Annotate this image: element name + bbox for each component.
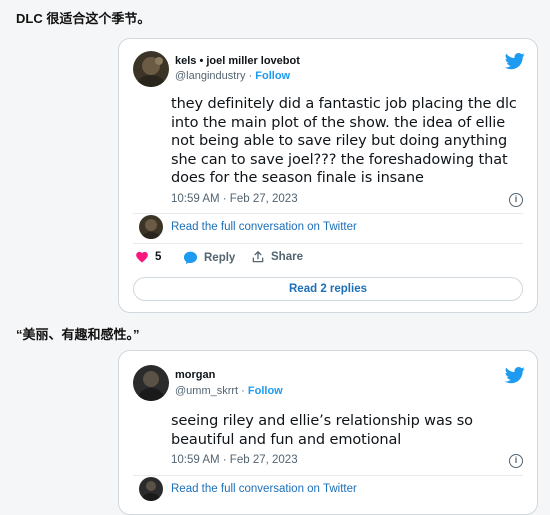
tweet-actions: 5 Reply Share [133, 250, 433, 270]
twitter-bird-icon[interactable] [505, 365, 525, 385]
author-handle-row: @langindustry · Follow [175, 70, 290, 82]
section-heading-1: DLC 很适合这个季节。 [16, 11, 151, 26]
follow-button[interactable]: Follow [248, 385, 283, 397]
avatar[interactable] [133, 365, 169, 401]
handle-separator: · [245, 70, 256, 82]
reply-label: Reply [204, 251, 236, 264]
speech-bubble-icon [183, 251, 198, 265]
share-upload-icon [252, 251, 264, 263]
divider [133, 475, 523, 476]
reply-button[interactable]: Reply [183, 250, 235, 265]
info-icon[interactable]: i [509, 193, 523, 207]
tweet-text: they definitely did a fantastic job plac… [171, 96, 517, 186]
share-label: Share [271, 251, 303, 263]
share-button[interactable]: Share [251, 250, 303, 264]
section-heading-2: “美丽、有趣和感性。” [16, 327, 140, 342]
read-conversation-link[interactable]: Read the full conversation on Twitter [171, 221, 357, 233]
author-handle[interactable]: @langindustry [175, 70, 245, 82]
author-handle[interactable]: @umm_skrrt [175, 385, 238, 397]
tweet-card-2: morgan @umm_skrrt · Follow seeing riley … [118, 350, 538, 515]
tweet-timestamp[interactable]: 10:59 AM · Feb 27, 2023 [171, 454, 298, 466]
tweet-timestamp[interactable]: 10:59 AM · Feb 27, 2023 [171, 193, 298, 205]
divider [133, 213, 523, 214]
author-name[interactable]: kels • joel miller lovebot [175, 55, 300, 67]
info-icon[interactable]: i [509, 454, 523, 468]
heart-icon [136, 251, 148, 263]
twitter-bird-icon[interactable] [505, 51, 525, 71]
mini-avatar [139, 477, 163, 501]
like-count: 5 [155, 251, 162, 263]
divider [133, 243, 523, 244]
mini-avatar [139, 215, 163, 239]
author-handle-row: @umm_skrrt · Follow [175, 385, 283, 397]
tweet-card-1: kels • joel miller lovebot @langindustry… [118, 38, 538, 313]
author-name[interactable]: morgan [175, 369, 215, 381]
handle-separator: · [238, 385, 248, 397]
follow-button[interactable]: Follow [255, 70, 290, 82]
avatar[interactable] [133, 51, 169, 87]
read-replies-button[interactable]: Read 2 replies [133, 277, 523, 301]
read-conversation-link[interactable]: Read the full conversation on Twitter [171, 483, 357, 495]
tweet-text: seeing riley and ellie’s relationship wa… [171, 413, 473, 448]
like-button[interactable]: 5 [135, 250, 161, 264]
